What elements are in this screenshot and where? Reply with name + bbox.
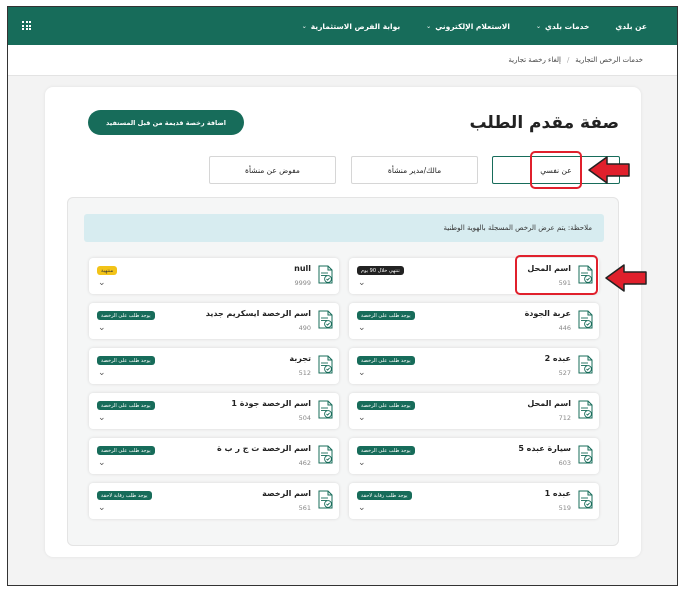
license-number: 504	[298, 414, 311, 422]
chevron-down-icon[interactable]: ⌄	[98, 279, 106, 288]
license-name: عربة الجودة	[524, 309, 571, 318]
nav-item-label: الاستعلام الإلكتروني	[435, 21, 510, 31]
notice-banner: ملاحظة: يتم عرض الرخص المسجلة بالهوية ال…	[84, 214, 604, 242]
chevron-down-icon[interactable]: ⌄	[358, 369, 366, 378]
chevron-down-icon: ⌄	[301, 22, 307, 30]
document-check-icon	[318, 310, 333, 329]
status-badge: يوجد طلب على الرخصة	[97, 401, 155, 410]
red-arrow-icon	[588, 156, 630, 184]
license-card[interactable]: اسم الرخصة ايسكريم جديد 490 يوجد طلب على ا…	[89, 303, 339, 339]
license-card[interactable]: اسم الرخصة 561 يوجد طلب رقابة لاحقة ⌄	[89, 483, 339, 519]
nav-item-inquiry[interactable]: الاستعلام الإلكتروني ⌄	[426, 22, 510, 31]
chevron-down-icon: ⌄	[426, 22, 432, 30]
license-card[interactable]: تجربة 512 يوجد طلب على الرخصة ⌄	[89, 348, 339, 384]
license-number: 446	[558, 324, 571, 332]
license-card[interactable]: اسم الرخصة ت ج ر ب ة 462 يوجد طلب على الرخ…	[89, 438, 339, 474]
license-number: 462	[298, 459, 311, 467]
nav-item-label: خدمات بلدي	[544, 21, 590, 31]
license-number: 512	[298, 369, 311, 377]
license-name: اسم الرخصة	[262, 489, 311, 498]
nav-item-about[interactable]: عن بلدي	[615, 22, 647, 31]
license-number: 490	[298, 324, 311, 332]
license-name: عبده 1	[544, 489, 571, 498]
tab-label: مالك/مدير منشأة	[387, 165, 442, 175]
add-old-license-button[interactable]: اضافة رخصة قديمة من قبل المستفيد	[88, 110, 244, 135]
status-badge: يوجد طلب على الرخصة	[97, 446, 155, 455]
status-badge: يوجد طلب على الرخصة	[97, 311, 155, 320]
document-check-icon	[578, 400, 593, 419]
chevron-down-icon[interactable]: ⌄	[358, 459, 366, 468]
chevron-down-icon[interactable]: ⌄	[98, 459, 106, 468]
document-check-icon	[318, 355, 333, 374]
status-badge: يوجد طلب رقابة لاحقة	[357, 491, 412, 500]
document-check-icon	[318, 400, 333, 419]
tab-delegate[interactable]: مفوض عن منشأة	[209, 156, 336, 184]
license-card[interactable]: null 9999 منتهية ⌄	[89, 258, 339, 294]
status-badge: يوجد طلب على الرخصة	[357, 356, 415, 365]
document-check-icon	[578, 490, 593, 509]
status-badge: يوجد طلب رقابة لاحقة	[97, 491, 152, 500]
browser-frame: عن بلدي خدمات بلدي ⌄ الاستعلام الإلكتروني…	[7, 6, 678, 586]
status-badge: يوجد طلب على الرخصة	[357, 401, 415, 410]
nav-item-investment[interactable]: بوابة الفرص الاستثمارية ⌄	[302, 22, 400, 31]
nav-item-services[interactable]: خدمات بلدي ⌄	[536, 22, 589, 31]
breadcrumb-separator: /	[566, 56, 570, 64]
chevron-down-icon: ⌄	[535, 22, 541, 30]
breadcrumb-current: إلغاء رخصة تجارية	[508, 56, 561, 64]
license-card[interactable]: اسم المحل 712 يوجد طلب على الرخصة ⌄	[349, 393, 599, 429]
breadcrumb-parent[interactable]: خدمات الرخص التجارية	[575, 56, 643, 64]
document-check-icon	[578, 355, 593, 374]
status-badge: تنتهي خلال 90 يوم	[357, 266, 404, 275]
highlight-tab-self	[530, 151, 582, 189]
nav-item-label: بوابة الفرص الاستثمارية	[310, 21, 401, 31]
top-navigation-bar: عن بلدي خدمات بلدي ⌄ الاستعلام الإلكتروني…	[8, 7, 677, 45]
license-card[interactable]: سيارة عبده 5 603 يوجد طلب على الرخصة ⌄	[349, 438, 599, 474]
license-number: 527	[558, 369, 571, 377]
chevron-down-icon[interactable]: ⌄	[358, 279, 366, 288]
document-check-icon	[318, 265, 333, 284]
document-check-icon	[578, 445, 593, 464]
status-badge: يوجد طلب على الرخصة	[357, 446, 415, 455]
chevron-down-icon[interactable]: ⌄	[358, 324, 366, 333]
license-name: اسم الرخصة ت ج ر ب ة	[217, 444, 311, 453]
chevron-down-icon[interactable]: ⌄	[358, 504, 366, 513]
license-number: 712	[558, 414, 571, 422]
status-badge: منتهية	[97, 266, 118, 275]
license-card[interactable]: عبده 2 527 يوجد طلب على الرخصة ⌄	[349, 348, 599, 384]
license-name: اسم الرخصة ايسكريم جديد	[205, 309, 311, 318]
breadcrumb: خدمات الرخص التجارية / إلغاء رخصة تجارية	[8, 45, 677, 76]
license-number: 9999	[294, 279, 311, 287]
red-arrow-icon	[605, 264, 647, 292]
license-number: 561	[298, 504, 311, 512]
highlight-license-card	[515, 255, 598, 295]
status-badge: يوجد طلب على الرخصة	[97, 356, 155, 365]
chevron-down-icon[interactable]: ⌄	[98, 369, 106, 378]
chevron-down-icon[interactable]: ⌄	[98, 324, 106, 333]
document-check-icon	[318, 445, 333, 464]
license-name: عبده 2	[544, 354, 571, 363]
license-number: 519	[558, 504, 571, 512]
license-card[interactable]: اسم الرخصة جودة 1 504 يوجد طلب على الرخصة ⌄	[89, 393, 339, 429]
license-name: اسم الرخصة جودة 1	[231, 399, 311, 408]
chevron-down-icon[interactable]: ⌄	[98, 414, 106, 423]
chevron-down-icon[interactable]: ⌄	[98, 504, 106, 513]
license-name: سيارة عبده 5	[518, 444, 571, 453]
status-badge: يوجد طلب على الرخصة	[357, 311, 415, 320]
document-check-icon	[578, 310, 593, 329]
tab-owner-manager[interactable]: مالك/مدير منشأة	[351, 156, 478, 184]
license-name: تجربة	[289, 354, 311, 363]
nav-item-label: عن بلدي	[615, 21, 647, 31]
license-name: اسم المحل	[527, 399, 571, 408]
document-check-icon	[318, 490, 333, 509]
license-name: null	[294, 264, 311, 273]
chevron-down-icon[interactable]: ⌄	[358, 414, 366, 423]
grid-menu-icon[interactable]	[22, 21, 31, 30]
license-card[interactable]: عربة الجودة 446 يوجد طلب على الرخصة ⌄	[349, 303, 599, 339]
license-number: 603	[558, 459, 571, 467]
page-title: صفة مقدم الطلب	[469, 113, 619, 133]
tab-label: مفوض عن منشأة	[245, 165, 300, 175]
license-card[interactable]: عبده 1 519 يوجد طلب رقابة لاحقة ⌄	[349, 483, 599, 519]
licenses-panel: ملاحظة: يتم عرض الرخص المسجلة بالهوية ال…	[67, 197, 619, 546]
